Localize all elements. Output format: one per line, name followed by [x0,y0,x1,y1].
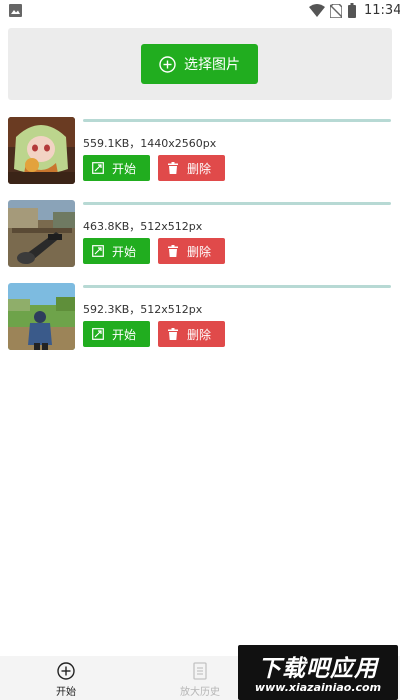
trash-icon [168,245,178,257]
wifi-icon [309,4,325,17]
start-label: 开始 [112,245,137,259]
expand-icon [92,328,104,340]
status-time: 11:34 [364,3,400,18]
thumbnail-shooter-game[interactable] [8,200,75,267]
select-image-panel: 选择图片 [8,28,392,100]
file-info: 559.1KB，1440x2560px [83,137,217,150]
expand-icon [92,245,104,257]
watermark-url: www.xiazainiao.com [254,681,382,694]
plus-circle-icon [57,662,75,680]
delete-label: 删除 [187,162,212,176]
nav-start-label: 开始 [56,687,76,698]
image-row: 463.8KB，512x512px 开始 删除 [8,200,392,270]
expand-icon [92,162,104,174]
progress-bar [83,285,391,288]
gallery-icon [9,4,22,17]
image-row: 559.1KB，1440x2560px 开始 删除 [8,117,392,187]
delete-button[interactable]: 删除 [158,155,225,181]
trash-icon [168,328,178,340]
file-info: 592.3KB，512x512px [83,303,203,316]
status-bar: 11:34 [0,0,400,22]
progress-bar [83,202,391,205]
survival-game-thumbnail [8,283,75,350]
start-button[interactable]: 开始 [83,155,150,181]
document-icon [193,662,207,680]
app-screen: 11:34 选择图片 559.1KB，1440x2560px 开始 删除 463… [0,0,400,700]
start-button[interactable]: 开始 [83,321,150,347]
thumbnail-anime-character[interactable] [8,117,75,184]
delete-button[interactable]: 删除 [158,321,225,347]
nav-history-label: 放大历史 [180,687,220,698]
delete-label: 删除 [187,328,212,342]
start-button[interactable]: 开始 [83,238,150,264]
progress-fill [83,285,391,288]
trash-icon [168,162,178,174]
watermark-logo: 下载吧应用 www.xiazainiao.com [238,645,398,700]
plus-circle-icon [159,55,176,73]
watermark-title: 下载吧应用 [258,656,378,682]
image-row: 592.3KB，512x512px 开始 删除 [8,283,392,353]
select-image-label: 选择图片 [184,57,240,73]
start-label: 开始 [112,162,137,176]
no-sim-icon [330,4,342,18]
thumbnail-survival-game[interactable] [8,283,75,350]
nav-item-start[interactable]: 开始 [16,656,116,700]
delete-button[interactable]: 删除 [158,238,225,264]
progress-fill [83,202,391,205]
shooter-game-thumbnail [8,200,75,267]
delete-label: 删除 [187,245,212,259]
file-info: 463.8KB，512x512px [83,220,203,233]
battery-icon [348,3,356,18]
start-label: 开始 [112,328,137,342]
progress-fill [83,119,391,122]
select-image-button[interactable]: 选择图片 [141,44,258,84]
anime-character-thumbnail [8,117,75,184]
progress-bar [83,119,391,122]
nav-item-history[interactable]: 放大历史 [150,656,250,700]
